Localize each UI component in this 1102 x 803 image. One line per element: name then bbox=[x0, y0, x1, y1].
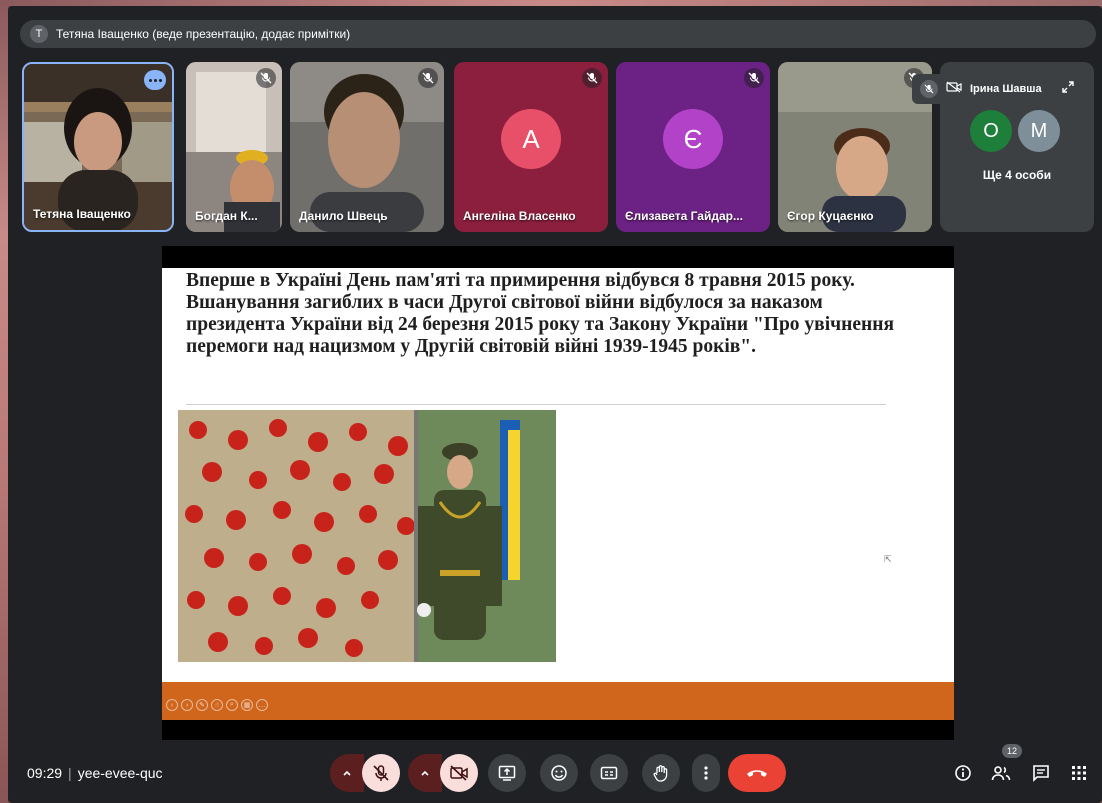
people-icon bbox=[991, 766, 1011, 781]
more-options-icon[interactable] bbox=[144, 70, 166, 90]
camera-options-button[interactable] bbox=[408, 754, 442, 792]
mic-off-icon bbox=[582, 68, 602, 88]
chat-icon bbox=[1033, 765, 1049, 782]
more-options-button[interactable] bbox=[692, 754, 720, 792]
expand-icon[interactable] bbox=[1062, 80, 1074, 98]
mic-off-icon bbox=[418, 68, 438, 88]
participant-name: Тетяна Іващенко bbox=[33, 207, 131, 221]
meeting-code: yee-evee-quc bbox=[77, 765, 163, 781]
background-edge bbox=[0, 0, 8, 803]
next-slide-icon[interactable]: › bbox=[181, 699, 193, 711]
presenter-banner[interactable]: Т Тетяна Іващенко (веде презентацію, дод… bbox=[20, 20, 1096, 48]
participant-tile[interactable]: Єгор Куцаєнко bbox=[778, 62, 932, 232]
meeting-toolbar: 09:29 | yee-evee-quc bbox=[0, 746, 1102, 803]
pointer-cursor-icon: ⇱ bbox=[884, 554, 892, 564]
presentation-view: Вперше в Україні День пам'яті та примире… bbox=[162, 246, 954, 740]
presenter-avatar: Т bbox=[30, 25, 48, 43]
separator: | bbox=[68, 765, 72, 781]
participant-name: Єлизавета Гайдар... bbox=[625, 209, 743, 223]
slide: Вперше в Україні День пам'яті та примире… bbox=[162, 268, 954, 720]
pointer-icon[interactable]: ☝ bbox=[211, 699, 223, 711]
camera-toggle-button[interactable] bbox=[440, 754, 478, 792]
captions-button[interactable] bbox=[590, 754, 628, 792]
chevron-up-icon bbox=[421, 770, 429, 776]
participant-name: Данило Швець bbox=[299, 209, 388, 223]
leave-call-button[interactable] bbox=[728, 754, 786, 792]
info-icon bbox=[955, 765, 971, 781]
participant-video bbox=[778, 62, 932, 232]
captions-icon bbox=[600, 766, 618, 780]
participant-name: Єгор Куцаєнко bbox=[787, 209, 874, 223]
participant-tile[interactable]: Данило Швець bbox=[290, 62, 444, 232]
overflow-avatar: О bbox=[970, 110, 1012, 152]
video-off-icon bbox=[946, 80, 962, 98]
participant-name: Богдан К... bbox=[195, 209, 258, 223]
pen-icon[interactable]: ✎ bbox=[196, 699, 208, 711]
clock-time: 09:29 bbox=[27, 765, 63, 781]
chevron-up-icon bbox=[343, 770, 351, 776]
present-button[interactable] bbox=[488, 754, 526, 792]
mic-off-icon bbox=[373, 765, 389, 781]
participant-video bbox=[290, 62, 444, 232]
meeting-info: 09:29 | yee-evee-quc bbox=[27, 765, 163, 781]
slides-grid-icon[interactable]: ▦ bbox=[241, 699, 253, 711]
people-button[interactable] bbox=[990, 762, 1012, 784]
slide-photo bbox=[178, 410, 556, 662]
emoji-icon bbox=[551, 765, 567, 781]
mic-off-icon bbox=[920, 80, 938, 98]
end-call-icon bbox=[747, 770, 767, 777]
overflow-avatar: М bbox=[1018, 110, 1060, 152]
participant-tile[interactable]: A Ангеліна Власенко bbox=[454, 62, 608, 232]
slide-more-icon[interactable]: … bbox=[256, 699, 268, 711]
participant-name: Ангеліна Власенко bbox=[463, 209, 576, 223]
mic-off-icon bbox=[744, 68, 764, 88]
hovered-participant-name: Ірина Шавша bbox=[970, 83, 1042, 95]
participant-tile[interactable]: Тетяна Іващенко bbox=[22, 62, 174, 232]
mic-off-icon bbox=[256, 68, 276, 88]
participant-hover-chip[interactable]: Ірина Шавша bbox=[912, 74, 1082, 104]
more-vert-icon bbox=[704, 766, 708, 780]
participant-avatar: A bbox=[501, 109, 561, 169]
previous-slide-icon[interactable]: ‹ bbox=[166, 699, 178, 711]
participant-tile[interactable]: Є Єлизавета Гайдар... bbox=[616, 62, 770, 232]
raise-hand-icon bbox=[653, 765, 668, 782]
slide-divider bbox=[186, 404, 886, 405]
participant-avatar: Є bbox=[663, 109, 723, 169]
apps-icon bbox=[1072, 766, 1086, 780]
present-icon bbox=[498, 765, 516, 781]
presenter-label: Тетяна Іващенко (веде презентацію, додає… bbox=[56, 27, 351, 41]
activities-button[interactable] bbox=[1068, 762, 1090, 784]
more-participants-label: Ще 4 особи bbox=[982, 168, 1052, 182]
mic-toggle-button[interactable] bbox=[362, 754, 400, 792]
reactions-button[interactable] bbox=[540, 754, 578, 792]
participant-count-badge: 12 bbox=[1002, 744, 1022, 758]
slide-navigation[interactable]: ‹ › ✎ ☝ ⌕ ▦ … bbox=[166, 699, 268, 711]
zoom-icon[interactable]: ⌕ bbox=[226, 699, 238, 711]
raise-hand-button[interactable] bbox=[642, 754, 680, 792]
mic-options-button[interactable] bbox=[330, 754, 364, 792]
meeting-details-button[interactable] bbox=[952, 762, 974, 784]
video-off-icon bbox=[450, 765, 468, 781]
chat-button[interactable] bbox=[1030, 762, 1052, 784]
slide-footer-bar bbox=[162, 682, 954, 720]
participant-tile[interactable]: Богдан К... bbox=[186, 62, 282, 232]
slide-text: Вперше в Україні День пам'яті та примире… bbox=[186, 270, 895, 357]
